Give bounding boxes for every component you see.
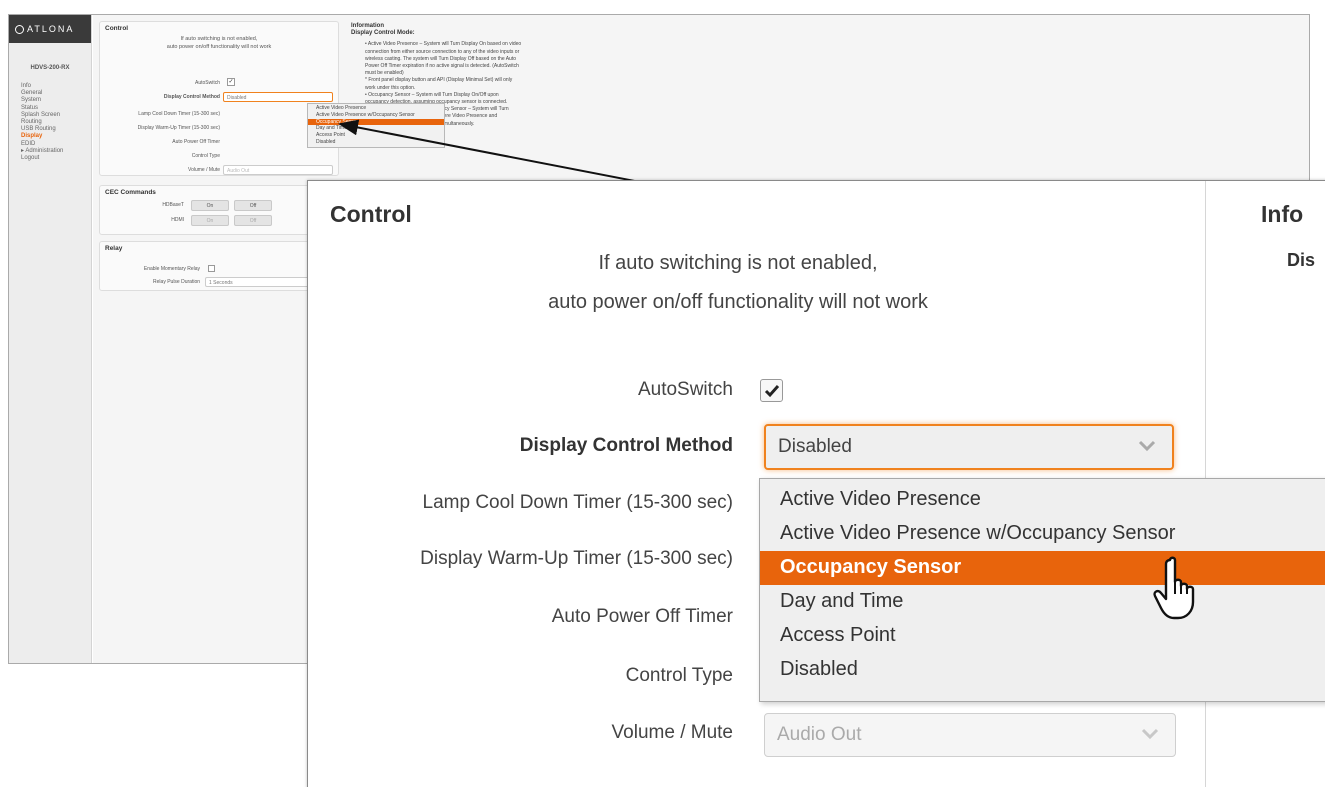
volume-mute-select[interactable]: Audio Out <box>764 713 1176 757</box>
display-warm-up-label: Display Warm-Up Timer (15-300 sec) <box>420 548 733 569</box>
option-active-video-presence-occupancy[interactable]: Active Video Presence w/Occupancy Sensor <box>760 517 1325 551</box>
option-active-video-presence[interactable]: Active Video Presence <box>760 483 1325 517</box>
hand-pointer-cursor-icon <box>1153 556 1195 620</box>
checkmark-icon <box>764 385 780 398</box>
display-control-method-select[interactable]: Disabled <box>764 424 1174 470</box>
information-title-partial: Info <box>1261 201 1304 227</box>
autoswitch-notice-line2: auto power on/off functionality will not… <box>548 291 928 313</box>
autoswitch-checkbox[interactable] <box>760 379 783 402</box>
chevron-down-icon <box>1141 728 1159 740</box>
option-occupancy-sensor[interactable]: Occupancy Sensor <box>760 551 1325 585</box>
zoomed-control-panel: Control Info Dis If auto switching is no… <box>307 180 1325 787</box>
control-type-label: Control Type <box>625 665 733 686</box>
display-control-method-label: Display Control Method <box>519 435 733 456</box>
autoswitch-notice-line1: If auto switching is not enabled, <box>598 252 878 274</box>
option-access-point[interactable]: Access Point <box>760 619 1325 653</box>
autoswitch-label: AutoSwitch <box>637 379 733 400</box>
volume-mute-label: Volume / Mute <box>611 722 733 743</box>
volume-mute-value: Audio Out <box>777 724 862 745</box>
auto-power-off-label: Auto Power Off Timer <box>551 606 733 627</box>
chevron-down-icon <box>1138 440 1156 452</box>
option-day-and-time[interactable]: Day and Time <box>760 585 1325 619</box>
information-subtitle-partial: Dis <box>1287 250 1316 270</box>
display-control-method-value: Disabled <box>778 436 852 457</box>
display-control-method-dropdown: Active Video Presence Active Video Prese… <box>759 478 1325 702</box>
control-title: Control <box>330 201 412 227</box>
option-disabled[interactable]: Disabled <box>760 653 1325 687</box>
lamp-cool-down-label: Lamp Cool Down Timer (15-300 sec) <box>422 492 733 513</box>
